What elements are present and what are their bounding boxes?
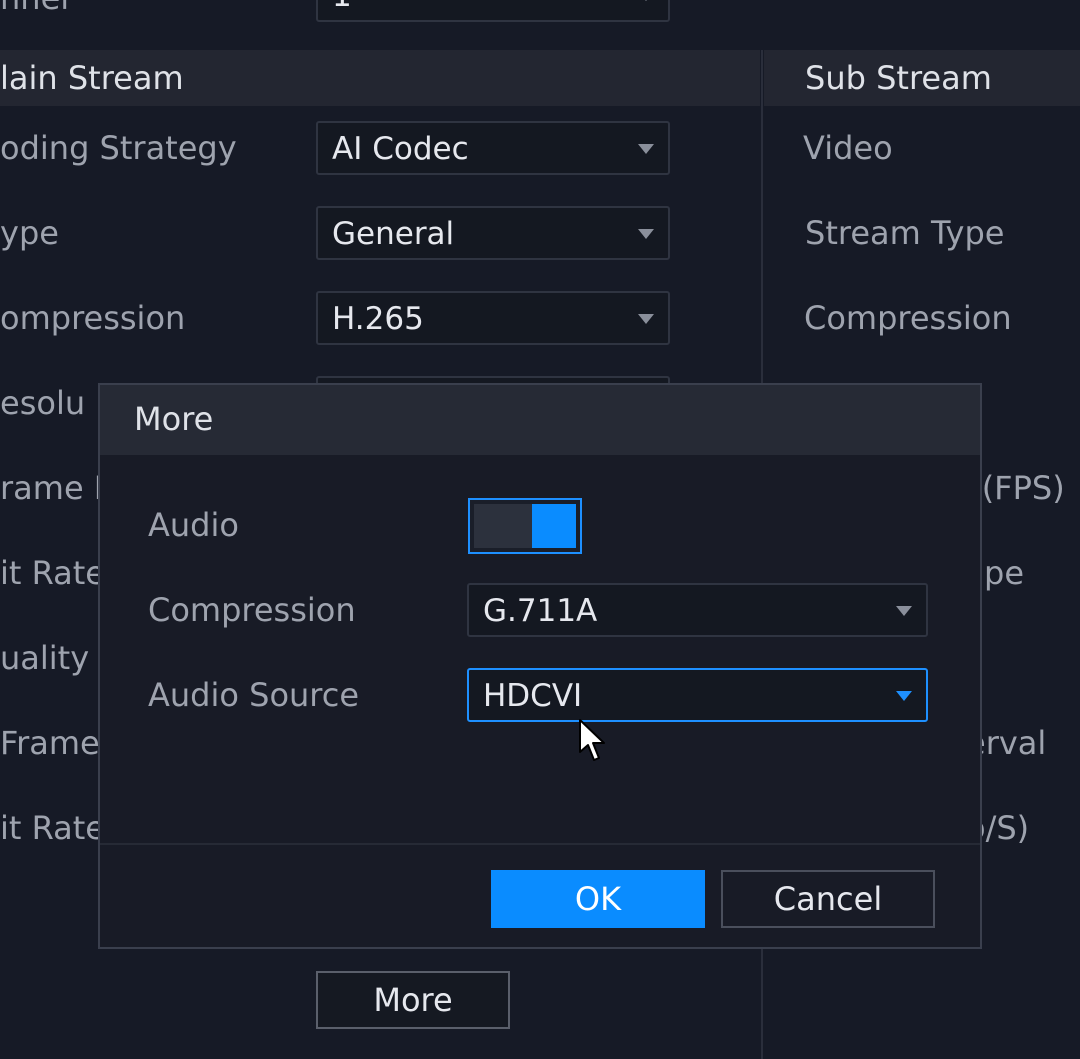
audio-source-select[interactable]: HDCVI xyxy=(467,668,928,722)
chevron-down-icon xyxy=(638,229,654,239)
chevron-down-icon xyxy=(638,314,654,324)
bit-rate-type-label: it Rate xyxy=(0,554,105,592)
chevron-down-icon xyxy=(896,606,912,616)
dialog-title-bar xyxy=(100,385,980,455)
audio-compression-value: G.711A xyxy=(483,593,598,629)
resolution-label: esolu xyxy=(0,384,86,422)
compression-value: H.265 xyxy=(332,301,424,337)
chevron-down-icon xyxy=(638,0,654,1)
dialog-footer-divider xyxy=(100,843,980,845)
ok-button[interactable]: OK xyxy=(491,870,705,928)
compression-select[interactable]: H.265 xyxy=(316,291,670,345)
audio-compression-label: Compression xyxy=(148,591,356,629)
audio-source-value: HDCVI xyxy=(483,678,583,714)
compression-label: ompression xyxy=(0,299,186,337)
type-select[interactable]: General xyxy=(316,206,670,260)
more-dialog: More Audio Compression G.711A Audio Sour… xyxy=(98,383,982,949)
coding-strategy-select[interactable]: AI Codec xyxy=(316,121,670,175)
main-stream-title: lain Stream xyxy=(0,59,184,97)
channel-label: nnel xyxy=(0,0,69,18)
audio-compression-select[interactable]: G.711A xyxy=(467,583,928,637)
more-button[interactable]: More xyxy=(316,971,510,1029)
sub-compression-label: Compression xyxy=(804,299,1012,337)
chevron-down-icon xyxy=(638,144,654,154)
cancel-button[interactable]: Cancel xyxy=(721,870,935,928)
type-label: ype xyxy=(0,214,59,252)
type-value: General xyxy=(332,216,455,252)
toggle-knob xyxy=(532,504,576,548)
audio-label: Audio xyxy=(148,506,239,544)
channel-select[interactable]: 1 xyxy=(316,0,670,22)
sub-video-label: Video xyxy=(803,129,893,167)
bit-rate-label: it Rate xyxy=(0,809,105,847)
frame-rate-label: rame I xyxy=(0,469,104,507)
sub-bit-rate-type-label: pe xyxy=(984,554,1024,592)
sub-stream-type-label: Stream Type xyxy=(805,214,1005,252)
audio-toggle[interactable] xyxy=(468,498,582,554)
coding-strategy-value: AI Codec xyxy=(332,131,469,167)
quality-label: uality xyxy=(0,639,90,677)
i-frame-interval-label: Frame xyxy=(0,724,100,762)
dialog-title: More xyxy=(134,400,214,438)
mouse-cursor-icon xyxy=(579,719,605,761)
coding-strategy-label: oding Strategy xyxy=(0,129,237,167)
audio-source-label: Audio Source xyxy=(148,676,360,714)
channel-value: 1 xyxy=(332,0,352,16)
sub-stream-title: Sub Stream xyxy=(805,59,992,97)
chevron-down-icon xyxy=(896,691,912,701)
